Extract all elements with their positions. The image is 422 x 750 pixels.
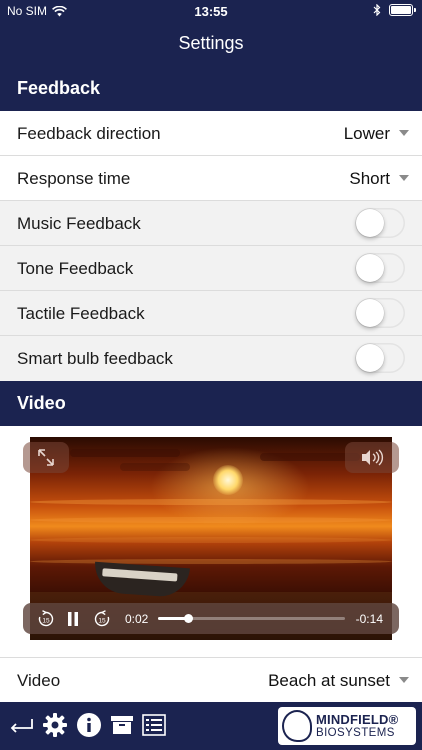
response-time-value[interactable]: Short [349,169,390,189]
wave [30,537,392,543]
skip-forward-15-icon[interactable]: 15 [93,610,111,628]
battery-tip [414,8,416,12]
volume-button[interactable] [345,442,399,473]
logo-head-icon [282,710,312,742]
feedback-direction-row[interactable]: Feedback direction Lower [0,111,422,156]
tone-feedback-label: Tone Feedback [17,259,134,278]
smart-bulb-feedback-toggle[interactable] [355,343,405,373]
archive-icon[interactable] [110,714,134,736]
feedback-direction-value[interactable]: Lower [344,124,390,144]
smart-bulb-feedback-row: Smart bulb feedback [0,336,422,381]
status-right [373,4,416,16]
wave [30,517,392,523]
chevron-down-icon [399,130,409,136]
playback-controls: 15 15 0:02 -0:14 [23,603,399,634]
tactile-feedback-row: Tactile Feedback [0,291,422,336]
fullscreen-icon [38,449,54,466]
video-area: 15 15 0:02 -0:14 [0,426,422,657]
bluetooth-icon [373,4,381,16]
boat-stripe [102,568,178,582]
tactile-feedback-label: Tactile Feedback [17,304,145,323]
cloud [70,449,180,457]
section-header-video: Video [0,381,422,426]
volume-icon [362,449,384,466]
skip-back-label: 15 [42,617,50,624]
bottom-toolbar: MINDFIELD® BIOSYSTEMS [0,702,422,750]
page-title: Settings [178,33,244,53]
gear-icon[interactable] [42,712,68,738]
music-feedback-row: Music Feedback [0,201,422,246]
sun [213,465,243,495]
wave [30,499,392,505]
logo-line2: BIOSYSTEMS [316,727,395,739]
toggle-knob [356,344,384,372]
tone-feedback-toggle[interactable] [355,253,405,283]
pause-icon[interactable] [66,611,80,627]
skip-back-15-icon[interactable]: 15 [37,610,55,628]
feedback-direction-label: Feedback direction [17,124,161,143]
tone-feedback-row: Tone Feedback [0,246,422,291]
chevron-down-icon [399,175,409,181]
status-time: 13:55 [194,4,228,19]
info-icon[interactable] [76,712,102,738]
progress-thumb[interactable] [183,614,193,623]
list-icon[interactable] [142,714,166,736]
skip-forward-label: 15 [98,617,106,624]
logo-line1: MINDFIELD® [316,712,399,727]
cloud [120,463,190,471]
fullscreen-button[interactable] [23,442,69,473]
response-time-row[interactable]: Response time Short [0,156,422,201]
toggle-knob [356,209,384,237]
response-time-label: Response time [17,169,131,188]
back-arrow-icon[interactable] [8,716,34,736]
toggle-knob [356,299,384,327]
toggle-knob [356,254,384,282]
mindfield-logo: MINDFIELD® BIOSYSTEMS [278,707,416,745]
video-select-value[interactable]: Beach at sunset [268,671,390,691]
nav-bar: Settings [0,22,422,66]
music-feedback-label: Music Feedback [17,214,141,233]
video-select-label: Video [17,671,61,690]
remaining-time: -0:14 [355,612,383,626]
smart-bulb-feedback-label: Smart bulb feedback [17,349,173,368]
battery-icon [389,4,413,16]
wave [30,559,392,564]
progress-slider[interactable] [158,614,345,623]
tactile-feedback-toggle[interactable] [355,298,405,328]
music-feedback-toggle[interactable] [355,208,405,238]
current-time: 0:02 [125,612,149,626]
section-header-feedback: Feedback [0,66,422,111]
chevron-down-icon [399,677,409,683]
video-select-row[interactable]: Video Beach at sunset [0,657,422,702]
status-bar: No SIM 13:55 [0,0,422,22]
